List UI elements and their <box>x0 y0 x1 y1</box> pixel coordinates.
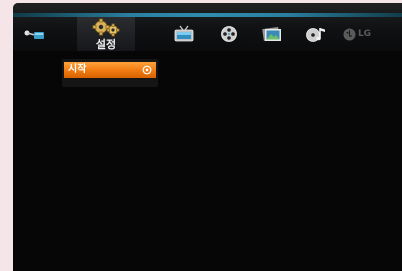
input-cable-icon <box>24 30 44 39</box>
submenu-item-label: 시작 <box>68 64 87 75</box>
gears-icon <box>92 18 120 36</box>
photo-icon <box>262 26 281 42</box>
submenu-item-start[interactable]: 시작 <box>64 62 156 78</box>
menu-item-photo[interactable] <box>255 17 289 51</box>
lg-logo-text: LG <box>357 29 372 39</box>
enter-icon <box>142 65 152 75</box>
menu-item-music[interactable] <box>299 17 333 51</box>
menu-item-tv[interactable] <box>167 17 201 51</box>
top-menu-bar: 설정 LG <box>13 3 402 51</box>
menu-label-settings: 설정 <box>95 37 117 51</box>
menu-item-lg[interactable]: LG <box>337 17 377 51</box>
film-reel-icon <box>221 26 237 42</box>
menu-item-settings[interactable]: 설정 <box>77 17 135 51</box>
settings-submenu: 시작 <box>62 59 158 87</box>
tv-screen: 설정 LG 시작 <box>13 3 402 271</box>
menu-item-movie[interactable] <box>212 17 246 51</box>
tv-icon <box>174 25 194 42</box>
menu-item-input[interactable] <box>17 17 51 51</box>
lg-logo: LG <box>343 28 371 41</box>
music-icon <box>306 28 325 42</box>
